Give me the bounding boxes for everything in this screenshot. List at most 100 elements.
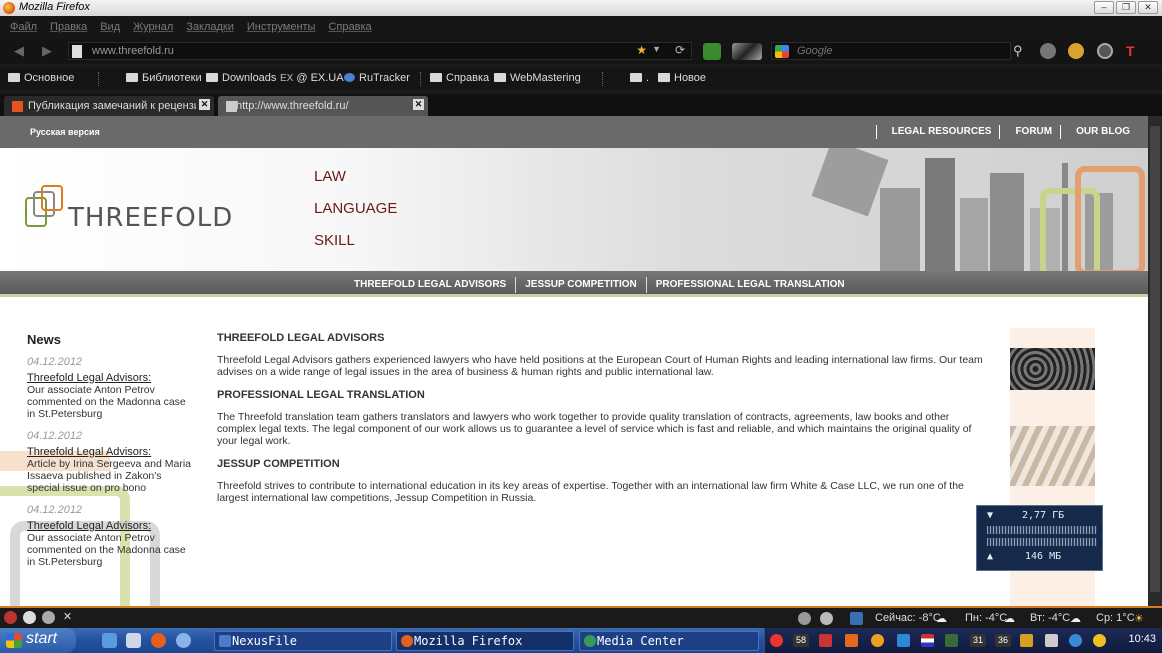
tab-strip: Публикация замечаний к рецензи... ✕ http… bbox=[0, 94, 1162, 116]
menu-view[interactable]: Вид bbox=[100, 21, 120, 33]
sun-cloud-icon: ☀ bbox=[1134, 613, 1144, 625]
addon-s-icon[interactable] bbox=[23, 611, 36, 624]
status-tray-icon[interactable] bbox=[798, 612, 811, 625]
page-scrollbar[interactable] bbox=[1148, 116, 1162, 606]
quicklaunch-desktop-icon[interactable] bbox=[102, 633, 117, 648]
menu-bookmarks[interactable]: Закладки bbox=[186, 21, 234, 33]
tab-publication[interactable]: Публикация замечаний к рецензи... ✕ bbox=[4, 96, 214, 116]
addon-green-icon[interactable] bbox=[703, 43, 721, 60]
section-text-advisors: Threefold Legal Advisors gathers experie… bbox=[217, 354, 983, 378]
status-tray-icon[interactable] bbox=[820, 612, 833, 625]
legal-resources-link[interactable]: LEGAL RESOURCES bbox=[875, 125, 1000, 139]
addon-gear-icon[interactable] bbox=[42, 611, 55, 624]
quicklaunch-firefox-icon[interactable] bbox=[151, 633, 166, 648]
bookmark-basic[interactable]: Основное bbox=[8, 72, 74, 84]
weather-monday: Пн: -4°C bbox=[965, 612, 1008, 624]
weather-wednesday: Ср: 1°C bbox=[1096, 612, 1135, 624]
menu-help[interactable]: Справка bbox=[328, 21, 371, 33]
scrollbar-thumb[interactable] bbox=[1150, 126, 1160, 592]
status-tray-icon[interactable] bbox=[850, 612, 863, 625]
tray-yellow-icon[interactable] bbox=[871, 634, 884, 647]
addon-circle-icon[interactable] bbox=[1040, 43, 1056, 59]
tray-orange-icon[interactable] bbox=[845, 634, 858, 647]
forward-button[interactable]: ▶ bbox=[36, 42, 58, 60]
addon-image-icon[interactable] bbox=[732, 43, 762, 60]
addon-bird-icon[interactable] bbox=[1068, 43, 1084, 59]
bookmark-dot[interactable]: . bbox=[630, 72, 649, 84]
tab-close-icon[interactable]: ✕ bbox=[413, 99, 424, 110]
nav-translation[interactable]: PROFESSIONAL LEGAL TRANSLATION bbox=[645, 277, 854, 293]
news-link[interactable]: Threefold Legal Advisors: bbox=[27, 372, 192, 384]
quicklaunch-flag-icon[interactable] bbox=[126, 633, 141, 648]
tray-flag-icon[interactable] bbox=[921, 634, 934, 647]
section-title-advisors: THREEFOLD LEGAL ADVISORS bbox=[217, 332, 385, 344]
news-item: 04.12.2012 Threefold Legal Advisors: Our… bbox=[27, 504, 192, 568]
t-addon-icon[interactable]: T bbox=[1126, 43, 1146, 59]
news-date: 04.12.2012 bbox=[27, 504, 83, 516]
tray-number-icon[interactable]: 58 bbox=[793, 634, 809, 647]
our-blog-link[interactable]: OUR BLOG bbox=[1060, 125, 1138, 139]
bookmark-downloads[interactable]: Downloads bbox=[206, 72, 276, 84]
site-nav-links: THREEFOLD LEGAL ADVISORS JESSUP COMPETIT… bbox=[345, 277, 854, 293]
close-button[interactable]: ✕ bbox=[1138, 1, 1158, 14]
tray-number-icon[interactable]: 31 bbox=[970, 634, 986, 647]
folder-icon bbox=[494, 73, 506, 82]
tab-threefold[interactable]: http://www.threefold.ru/ ✕ bbox=[218, 96, 428, 116]
tray-smiley-icon[interactable] bbox=[1093, 634, 1106, 647]
url-dropdown-icon[interactable]: ▼ bbox=[652, 44, 661, 54]
bookmark-exua[interactable]: EX @ EX.UA bbox=[280, 72, 344, 84]
forum-link[interactable]: FORUM bbox=[999, 125, 1060, 139]
bookmark-rutracker[interactable]: RuTracker bbox=[344, 72, 410, 84]
bookmark-new[interactable]: Новое bbox=[658, 72, 706, 84]
folder-icon bbox=[206, 73, 218, 82]
back-button[interactable]: ◀ bbox=[8, 42, 30, 60]
media-center-icon bbox=[584, 635, 596, 647]
task-nexusfile[interactable]: NexusFile bbox=[214, 631, 392, 651]
folder-icon bbox=[630, 73, 642, 82]
task-firefox[interactable]: Mozilla Firefox bbox=[396, 631, 574, 651]
url-text[interactable]: www.threefold.ru bbox=[92, 45, 174, 57]
site-logo[interactable]: THREEFOLD bbox=[68, 203, 233, 233]
tray-record-icon[interactable] bbox=[770, 634, 783, 647]
tray-monitor-icon[interactable] bbox=[945, 634, 958, 647]
rutracker-icon bbox=[344, 73, 355, 82]
task-media-center[interactable]: Media Center bbox=[579, 631, 759, 651]
news-link[interactable]: Threefold Legal Advisors: bbox=[27, 446, 192, 458]
menu-file[interactable]: Файл bbox=[10, 21, 37, 33]
bookmark-help[interactable]: Справка bbox=[430, 72, 489, 84]
news-item: 04.12.2012 Threefold Legal Advisors: Art… bbox=[27, 430, 192, 494]
status-bar: ✕ Сейчас: -8°C ☁ Пн: -4°C ☁ Вт: -4°C ☁ С… bbox=[0, 606, 1162, 628]
search-input[interactable] bbox=[797, 45, 997, 57]
tray-globe-icon[interactable] bbox=[1069, 634, 1082, 647]
ironwork-image[interactable] bbox=[1010, 348, 1095, 390]
search-go-icon[interactable]: ⚲ bbox=[1013, 43, 1023, 59]
tray-network-icon[interactable] bbox=[1045, 634, 1058, 647]
start-button[interactable]: start bbox=[0, 628, 76, 653]
tray-c-icon[interactable] bbox=[819, 634, 832, 647]
menu-edit[interactable]: Правка bbox=[50, 21, 87, 33]
nav-jessup[interactable]: JESSUP COMPETITION bbox=[515, 277, 646, 293]
bookmark-star-icon[interactable]: ★ bbox=[636, 43, 647, 57]
addon-red-icon[interactable] bbox=[4, 611, 17, 624]
russian-version-link[interactable]: Русская версия bbox=[30, 127, 100, 137]
maximize-button[interactable]: ❐ bbox=[1116, 1, 1136, 14]
tab-close-icon[interactable]: ✕ bbox=[199, 99, 210, 110]
quicklaunch-media-icon[interactable] bbox=[176, 633, 191, 648]
tray-folder-icon[interactable] bbox=[1020, 634, 1033, 647]
news-link[interactable]: Threefold Legal Advisors: bbox=[27, 520, 192, 532]
minimize-button[interactable]: – bbox=[1094, 1, 1114, 14]
tray-number-icon[interactable]: 36 bbox=[995, 634, 1011, 647]
bookmark-libraries[interactable]: Библиотеки bbox=[126, 72, 202, 84]
status-close-icon[interactable]: ✕ bbox=[61, 611, 74, 624]
bookmark-webmastering[interactable]: WebMastering bbox=[494, 72, 581, 84]
url-bar[interactable]: www.threefold.ru ★ ▼ ⟳ bbox=[68, 42, 692, 60]
menu-tools[interactable]: Инструменты bbox=[247, 21, 316, 33]
menu-history[interactable]: Журнал bbox=[133, 21, 173, 33]
site-nav-strip: THREEFOLD LEGAL ADVISORS JESSUP COMPETIT… bbox=[0, 271, 1148, 297]
paper-stack-image[interactable] bbox=[1010, 426, 1095, 486]
tray-blue-icon[interactable] bbox=[897, 634, 910, 647]
search-bar[interactable] bbox=[771, 42, 1011, 60]
nav-legal-advisors[interactable]: THREEFOLD LEGAL ADVISORS bbox=[345, 277, 515, 293]
reload-icon[interactable]: ⟳ bbox=[675, 43, 685, 57]
clock-icon[interactable] bbox=[1097, 43, 1113, 59]
